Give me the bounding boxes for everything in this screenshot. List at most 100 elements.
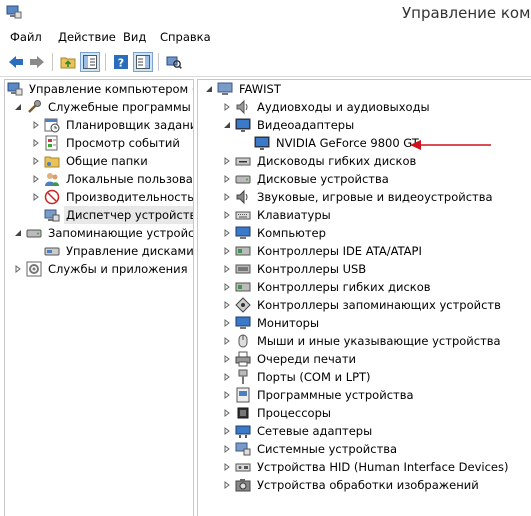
expand-arrow-icon[interactable] xyxy=(31,188,41,206)
expand-arrow-icon[interactable] xyxy=(222,332,232,350)
device-category-display-adapters[interactable]: Видеоадаптеры xyxy=(222,116,356,134)
device-nvidia-geforce[interactable]: NVIDIA GeForce 9800 GT xyxy=(254,134,421,152)
expand-arrow-icon[interactable] xyxy=(222,224,232,242)
device-category-keyboards[interactable]: Клавиатуры xyxy=(222,206,333,224)
device-category-ports[interactable]: Порты (COM и LPT) xyxy=(222,368,373,386)
menu-action[interactable]: Действие xyxy=(56,30,118,44)
event-viewer-icon xyxy=(44,135,60,151)
expand-arrow-icon[interactable] xyxy=(31,152,41,170)
expand-arrow-icon[interactable] xyxy=(31,134,41,152)
up-folder-icon xyxy=(60,57,76,69)
device-category-print-queues[interactable]: Очереди печати xyxy=(222,350,358,368)
menu-view[interactable]: Вид xyxy=(121,30,148,44)
scan-hardware-button[interactable] xyxy=(164,52,184,72)
users-icon xyxy=(44,171,60,187)
shared-folder-icon xyxy=(44,153,60,169)
device-category-mice[interactable]: Мыши и иные указывающие устройства xyxy=(222,332,503,350)
show-tree-button[interactable] xyxy=(80,52,100,72)
tree-node-storage[interactable]: Запоминающие устройства xyxy=(13,224,193,242)
tree-node-services-apps[interactable]: Службы и приложения xyxy=(13,260,190,278)
expand-arrow-icon[interactable] xyxy=(31,170,41,188)
storage-icon xyxy=(26,225,42,241)
show-tree-icon xyxy=(83,55,97,69)
collapse-arrow-icon[interactable] xyxy=(222,116,232,134)
collapse-arrow-icon[interactable] xyxy=(13,224,23,242)
display-adapter-icon xyxy=(254,135,270,151)
expand-arrow-icon[interactable] xyxy=(222,368,232,386)
collapse-arrow-icon[interactable] xyxy=(13,98,23,116)
up-folder-button[interactable] xyxy=(58,52,78,72)
mouse-icon xyxy=(235,333,251,349)
device-category-usb-controllers[interactable]: Контроллеры USB xyxy=(222,260,368,278)
toolbar-separator xyxy=(105,53,106,71)
expand-arrow-icon[interactable] xyxy=(222,476,232,494)
svg-text:?: ? xyxy=(118,57,124,70)
processor-icon xyxy=(235,405,251,421)
device-category-hid[interactable]: Устройства HID (Human Interface Devices) xyxy=(222,458,510,476)
back-button[interactable] xyxy=(6,52,26,72)
forward-button[interactable] xyxy=(27,52,47,72)
floppy-drive-icon xyxy=(235,153,251,169)
expand-arrow-icon[interactable] xyxy=(222,386,232,404)
expand-arrow-icon[interactable] xyxy=(31,116,41,134)
navigation-tree-pane: Управление компьютером (л Служебные прог… xyxy=(4,79,194,516)
device-category-computer[interactable]: Компьютер xyxy=(222,224,328,242)
expand-arrow-icon[interactable] xyxy=(222,440,232,458)
tree-node-root[interactable]: Управление компьютером (л xyxy=(7,80,193,98)
expand-arrow-icon[interactable] xyxy=(222,296,232,314)
tree-node-task-scheduler[interactable]: Планировщик заданий xyxy=(31,116,193,134)
help-button[interactable]: ? xyxy=(111,52,131,72)
expand-arrow-icon[interactable] xyxy=(222,98,232,116)
expand-arrow-icon[interactable] xyxy=(13,260,23,278)
network-adapter-icon xyxy=(235,423,251,439)
device-category-network-adapters[interactable]: Сетевые адаптеры xyxy=(222,422,374,440)
expand-arrow-icon[interactable] xyxy=(222,206,232,224)
forward-icon xyxy=(30,56,44,68)
toolbar-separator xyxy=(52,53,53,71)
tree-node-disk-management[interactable]: Управление дисками xyxy=(44,242,193,260)
expand-arrow-icon[interactable] xyxy=(222,404,232,422)
expand-arrow-icon[interactable] xyxy=(222,188,232,206)
device-category-imaging-devices[interactable]: Устройства обработки изображений xyxy=(222,476,481,494)
device-category-audio-io[interactable]: Аудиовходы и аудиовыходы xyxy=(222,98,432,116)
computer-icon xyxy=(235,225,251,241)
camera-icon xyxy=(235,477,251,493)
device-category-sound-video[interactable]: Звуковые, игровые и видеоустройства xyxy=(222,188,495,206)
collapse-arrow-icon[interactable] xyxy=(204,80,214,98)
speaker-icon xyxy=(235,99,251,115)
device-category-disk-drives[interactable]: Дисковые устройства xyxy=(222,170,391,188)
device-root[interactable]: FAWIST xyxy=(204,80,283,98)
device-category-floppy-drives[interactable]: Дисководы гибких дисков xyxy=(222,152,418,170)
tree-node-performance[interactable]: Производительность xyxy=(31,188,193,206)
device-category-storage-controllers[interactable]: Контроллеры запоминающих устройств xyxy=(222,296,503,314)
task-scheduler-icon xyxy=(44,117,60,133)
expand-arrow-icon[interactable] xyxy=(222,458,232,476)
expand-arrow-icon[interactable] xyxy=(222,422,232,440)
device-category-system-devices[interactable]: Системные устройства xyxy=(222,440,399,458)
computer-management-icon xyxy=(6,4,22,20)
expand-arrow-icon[interactable] xyxy=(222,170,232,188)
properties-button[interactable] xyxy=(133,52,153,72)
menu-help[interactable]: Справка xyxy=(158,30,213,44)
tree-node-event-viewer[interactable]: Просмотр событий xyxy=(31,134,182,152)
device-category-monitors[interactable]: Мониторы xyxy=(222,314,321,332)
device-category-ide-controllers[interactable]: Контроллеры IDE ATA/ATAPI xyxy=(222,242,424,260)
tree-node-device-manager[interactable]: Диспетчер устройств xyxy=(44,206,193,224)
printer-icon xyxy=(235,351,251,367)
expand-arrow-icon[interactable] xyxy=(222,278,232,296)
help-icon: ? xyxy=(114,55,128,70)
expand-arrow-icon[interactable] xyxy=(222,152,232,170)
device-category-floppy-controllers[interactable]: Контроллеры гибких дисков xyxy=(222,278,433,296)
device-category-software-devices[interactable]: Программные устройства xyxy=(222,386,416,404)
expand-arrow-icon[interactable] xyxy=(222,350,232,368)
device-category-processors[interactable]: Процессоры xyxy=(222,404,333,422)
tree-node-local-users[interactable]: Локальные пользовате xyxy=(31,170,193,188)
expand-arrow-icon[interactable] xyxy=(222,260,232,278)
tree-node-system-tools[interactable]: Служебные программы xyxy=(13,98,193,116)
menu-bar: Файл Действие Вид Справка xyxy=(0,26,531,48)
expand-arrow-icon[interactable] xyxy=(222,314,232,332)
expand-arrow-icon[interactable] xyxy=(222,242,232,260)
services-icon xyxy=(26,261,42,277)
tree-node-shared-folders[interactable]: Общие папки xyxy=(31,152,150,170)
menu-file[interactable]: Файл xyxy=(8,30,44,44)
